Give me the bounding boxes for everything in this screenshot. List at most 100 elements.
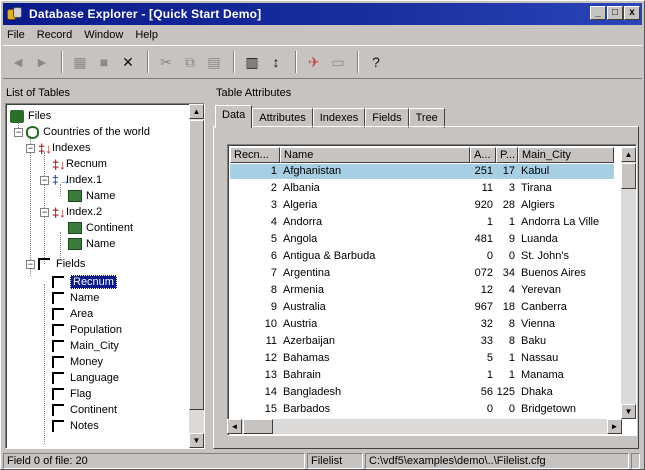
find-icon[interactable]: ▦	[69, 51, 91, 73]
tree-item-field[interactable]: Name	[52, 290, 99, 306]
title-bar[interactable]: Database Explorer - [Quick Start Demo] _…	[3, 3, 642, 25]
close-button[interactable]: x	[624, 6, 640, 20]
index-key-icon: ‡↓	[52, 204, 66, 220]
cell-area: 5	[486, 352, 493, 364]
table-row[interactable]: 2 Albania 11 3 Tirana	[230, 181, 614, 196]
index-key-icon: ‡→	[52, 172, 71, 187]
last-record-icon[interactable]: ►	[31, 51, 53, 73]
field-icon	[52, 404, 64, 416]
tree-item-field[interactable]: Recnum	[52, 274, 117, 290]
tree-item-fields[interactable]: − Fields	[26, 256, 85, 272]
tab-attributes[interactable]: Attributes	[252, 108, 313, 128]
tree-item-field[interactable]: Area	[52, 306, 93, 322]
cell-name: Andorra	[283, 216, 323, 228]
cell-population: 9	[508, 233, 515, 245]
menu-record[interactable]: Record	[37, 29, 72, 41]
tools-icon[interactable]: ✈	[303, 51, 325, 73]
table-row[interactable]: 4 Andorra 1 1 Andorra La Ville	[230, 215, 614, 230]
grid-horizontal-scrollbar[interactable]: ◄ ►	[227, 419, 622, 434]
scroll-right-icon[interactable]: ►	[607, 419, 622, 434]
cell-area: 33	[480, 335, 493, 347]
tree-item-field[interactable]: Main_City	[52, 338, 119, 354]
tree-item-field[interactable]: Population	[52, 322, 122, 338]
column-header-recnum[interactable]: Recn...	[230, 147, 280, 163]
tree-item-field[interactable]: Continent	[52, 402, 117, 418]
table-row[interactable]: 13 Bahrain 1 1 Manama	[230, 368, 614, 383]
tab-fields[interactable]: Fields	[365, 108, 409, 128]
scroll-down-icon[interactable]: ▼	[621, 404, 636, 419]
tree-scrollbar[interactable]: ▲ ▼	[189, 104, 204, 448]
cell-population: 1	[508, 352, 515, 364]
delete-icon[interactable]: ✕	[117, 51, 139, 73]
tree-item-recnum-index[interactable]: ‡↓ Recnum	[52, 156, 107, 172]
tree-item-index2[interactable]: − ‡↓ Index.2	[40, 204, 102, 220]
collapse-icon[interactable]: −	[26, 259, 35, 269]
tree-item-index1-name[interactable]: Name	[68, 188, 115, 204]
scroll-left-icon[interactable]: ◄	[227, 419, 242, 434]
table-row[interactable]: 15 Barbados 0 0 Bridgetown	[230, 402, 614, 417]
table-row[interactable]: 10 Austria 32 8 Vienna	[230, 317, 614, 332]
sort-icon[interactable]: ↕	[265, 51, 287, 73]
cell-name: Azerbaijan	[283, 335, 335, 347]
column-header-area[interactable]: A...	[470, 147, 496, 163]
menu-window[interactable]: Window	[84, 29, 123, 41]
cell-population: 3	[508, 182, 515, 194]
column-header-name[interactable]: Name	[280, 147, 470, 163]
table-row[interactable]: 5 Angola 481 9 Luanda	[230, 232, 614, 247]
index-key-icon: ‡↓	[52, 156, 66, 172]
tree-label: Main_City	[70, 340, 119, 352]
cell-recnum: 9	[270, 301, 277, 313]
size-grip[interactable]	[631, 453, 640, 469]
scroll-up-icon[interactable]: ▲	[189, 104, 204, 119]
collapse-icon[interactable]: −	[40, 175, 49, 185]
minimize-button[interactable]: _	[590, 6, 606, 20]
scroll-thumb[interactable]	[243, 419, 273, 434]
table-row[interactable]: 14 Bangladesh 56 125 Dhaka	[230, 385, 614, 400]
tree-item-table[interactable]: − Countries of the world	[14, 124, 150, 140]
menu-file[interactable]: File	[7, 29, 25, 41]
paste-icon[interactable]: ▤	[203, 51, 225, 73]
first-record-icon[interactable]: ◄	[7, 51, 29, 73]
grid-vertical-scrollbar[interactable]: ▲ ▼	[621, 147, 636, 419]
tree-item-field[interactable]: Money	[52, 354, 103, 370]
column-header-population[interactable]: P...	[496, 147, 518, 163]
table-row[interactable]: 6 Antigua & Barbuda 0 0 St. John's	[230, 249, 614, 264]
collapse-icon[interactable]: −	[26, 143, 35, 153]
properties-icon[interactable]: ▥	[241, 51, 263, 73]
help-context-icon[interactable]: ?	[365, 51, 387, 73]
data-grid[interactable]: Recn... Name A... P... Main_City 1 Afghan…	[227, 144, 637, 436]
tree-item-index2-continent[interactable]: Continent	[68, 220, 133, 236]
cell-main-city: Baku	[521, 335, 547, 347]
menu-help[interactable]: Help	[135, 29, 158, 41]
scroll-thumb[interactable]	[621, 163, 636, 189]
tree-item-field[interactable]: Flag	[52, 386, 91, 402]
tab-tree[interactable]: Tree	[408, 108, 445, 128]
table-row[interactable]: 11 Azerbaijan 33 8 Baku	[230, 334, 614, 349]
save-icon[interactable]: ■	[93, 51, 115, 73]
column-header-main-city[interactable]: Main_City	[518, 147, 614, 163]
disabled-tool-icon[interactable]: ▭	[327, 51, 349, 73]
tab-indexes[interactable]: Indexes	[312, 108, 366, 128]
tree-item-index2-name[interactable]: Name	[68, 236, 115, 252]
scroll-down-icon[interactable]: ▼	[189, 433, 204, 448]
cut-icon[interactable]: ✂	[155, 51, 177, 73]
table-row[interactable]: 1 Afghanistan 251 17 Kabul	[230, 164, 614, 179]
collapse-icon[interactable]: −	[14, 127, 23, 137]
table-row[interactable]: 3 Algeria 920 28 Algiers	[230, 198, 614, 213]
table-row[interactable]: 7 Argentina 072 34 Buenos Aires	[230, 266, 614, 281]
cell-name: Australia	[283, 301, 326, 313]
scroll-thumb[interactable]	[189, 120, 204, 410]
tree-item-field[interactable]: Language	[52, 370, 119, 386]
tree-item-files[interactable]: Files	[10, 108, 51, 124]
table-row[interactable]: 8 Armenia 12 4 Yerevan	[230, 283, 614, 298]
maximize-button[interactable]: □	[607, 6, 623, 20]
tab-data[interactable]: Data	[215, 105, 253, 128]
scroll-up-icon[interactable]: ▲	[621, 147, 636, 162]
tree-item-field[interactable]: Notes	[52, 418, 99, 434]
copy-icon[interactable]: ⧉	[179, 51, 201, 73]
tree-item-index1[interactable]: − ‡→ Index.1	[40, 172, 102, 188]
tree-item-indexes[interactable]: − ‡↓ Indexes	[26, 140, 91, 156]
table-row[interactable]: 12 Bahamas 5 1 Nassau	[230, 351, 614, 366]
collapse-icon[interactable]: −	[40, 207, 49, 217]
table-row[interactable]: 9 Australia 967 18 Canberra	[230, 300, 614, 315]
